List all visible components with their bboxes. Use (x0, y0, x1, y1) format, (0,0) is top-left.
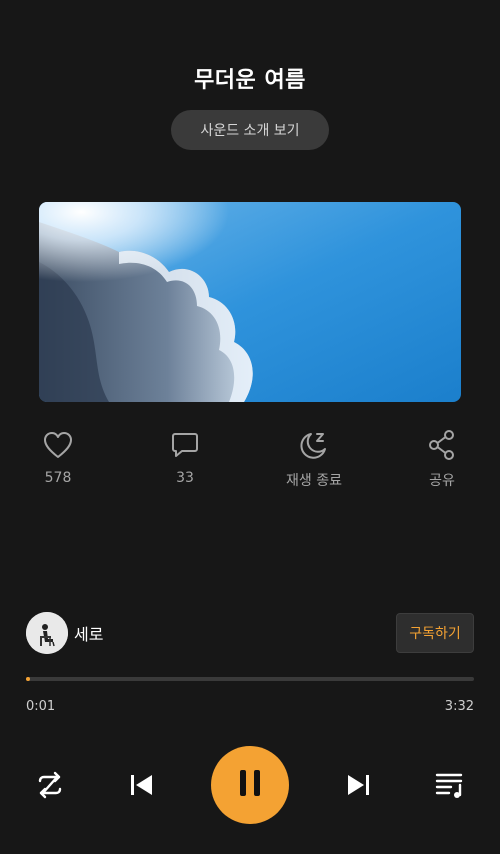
repeat-icon (34, 769, 66, 805)
comment-icon (168, 428, 202, 462)
like-button[interactable]: 578 (13, 428, 103, 486)
playlist-button[interactable] (432, 769, 468, 805)
heart-icon (41, 428, 75, 462)
progress-fill (26, 677, 30, 681)
playlist-icon (434, 769, 466, 805)
album-artwork (39, 202, 461, 402)
subscribe-button[interactable]: 구독하기 (396, 613, 474, 653)
elapsed-time: 0:01 (26, 699, 56, 714)
share-label: 공유 (429, 473, 455, 489)
like-count: 578 (44, 470, 72, 486)
share-button[interactable]: 공유 (397, 428, 487, 490)
pause-button[interactable] (211, 746, 289, 824)
sleep-timer-label: 재생 종료 (286, 473, 342, 489)
comment-button[interactable]: 33 (140, 428, 230, 486)
artist-name: 세로 (74, 625, 104, 644)
repeat-button[interactable] (32, 769, 68, 805)
comment-count: 33 (176, 470, 194, 486)
next-icon (343, 769, 375, 805)
previous-icon (125, 769, 157, 805)
moon-sleep-icon (297, 428, 331, 462)
artist-avatar (26, 612, 68, 654)
sound-intro-button[interactable]: 사운드 소개 보기 (171, 110, 329, 150)
share-icon (425, 428, 459, 462)
artist-profile[interactable]: 세로 (26, 612, 103, 654)
pause-icon (237, 768, 263, 802)
track-actions: 578 33 재생 종료 공유 (0, 428, 500, 492)
sleep-timer-button[interactable]: 재생 종료 (269, 428, 359, 490)
total-time: 3:32 (444, 699, 474, 714)
previous-button[interactable] (123, 769, 159, 805)
player-controls (0, 746, 500, 828)
player-screen: 무더운 여름 사운드 소개 보기 578 33 재생 종료 공유 세로 구독하기… (0, 0, 500, 854)
next-button[interactable] (341, 769, 377, 805)
track-title: 무더운 여름 (194, 68, 306, 93)
progress-bar[interactable] (26, 677, 474, 681)
